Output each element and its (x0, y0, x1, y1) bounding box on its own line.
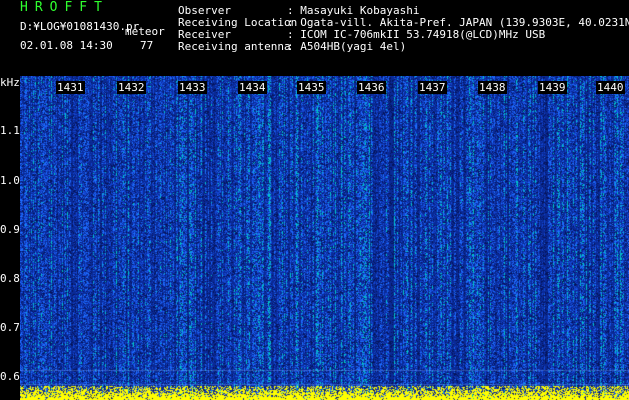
y-tick: 0.9 (0, 223, 20, 236)
y-axis-unit: kHz (0, 76, 20, 89)
x-tick: 1434 (238, 81, 267, 94)
y-tick: 1.0 (0, 174, 20, 187)
x-tick: 1437 (418, 81, 447, 94)
count: 77 (140, 39, 154, 52)
x-tick: 1436 (357, 81, 386, 94)
header-panel: HROFFT D:¥LOG¥01081430.pr meteor 02.01.0… (0, 0, 629, 76)
antenna-value: : A504HB(yagi 4el) (287, 40, 407, 53)
x-tick: 1438 (478, 81, 507, 94)
y-tick: 0.6 (0, 370, 20, 383)
log-path: D:¥LOG¥01081430.pr (20, 20, 140, 33)
spectrogram-canvas (20, 76, 629, 400)
x-tick: 1432 (117, 81, 146, 94)
y-tick: 1.1 (0, 124, 20, 137)
y-axis: kHz 1.1 1.0 0.9 0.8 0.7 0.6 (0, 76, 20, 400)
y-tick: 0.7 (0, 321, 20, 334)
x-tick: 1433 (178, 81, 207, 94)
mode-label: meteor (125, 25, 165, 38)
date-time: 02.01.08 14:30 (20, 39, 113, 52)
y-tick: 0.8 (0, 272, 20, 285)
app-title: HROFFT (20, 0, 109, 15)
x-tick: 1439 (538, 81, 567, 94)
x-tick: 1435 (297, 81, 326, 94)
x-tick: 1440 (596, 81, 625, 94)
x-tick: 1431 (56, 81, 85, 94)
antenna-label: Receiving antenna (178, 40, 291, 53)
